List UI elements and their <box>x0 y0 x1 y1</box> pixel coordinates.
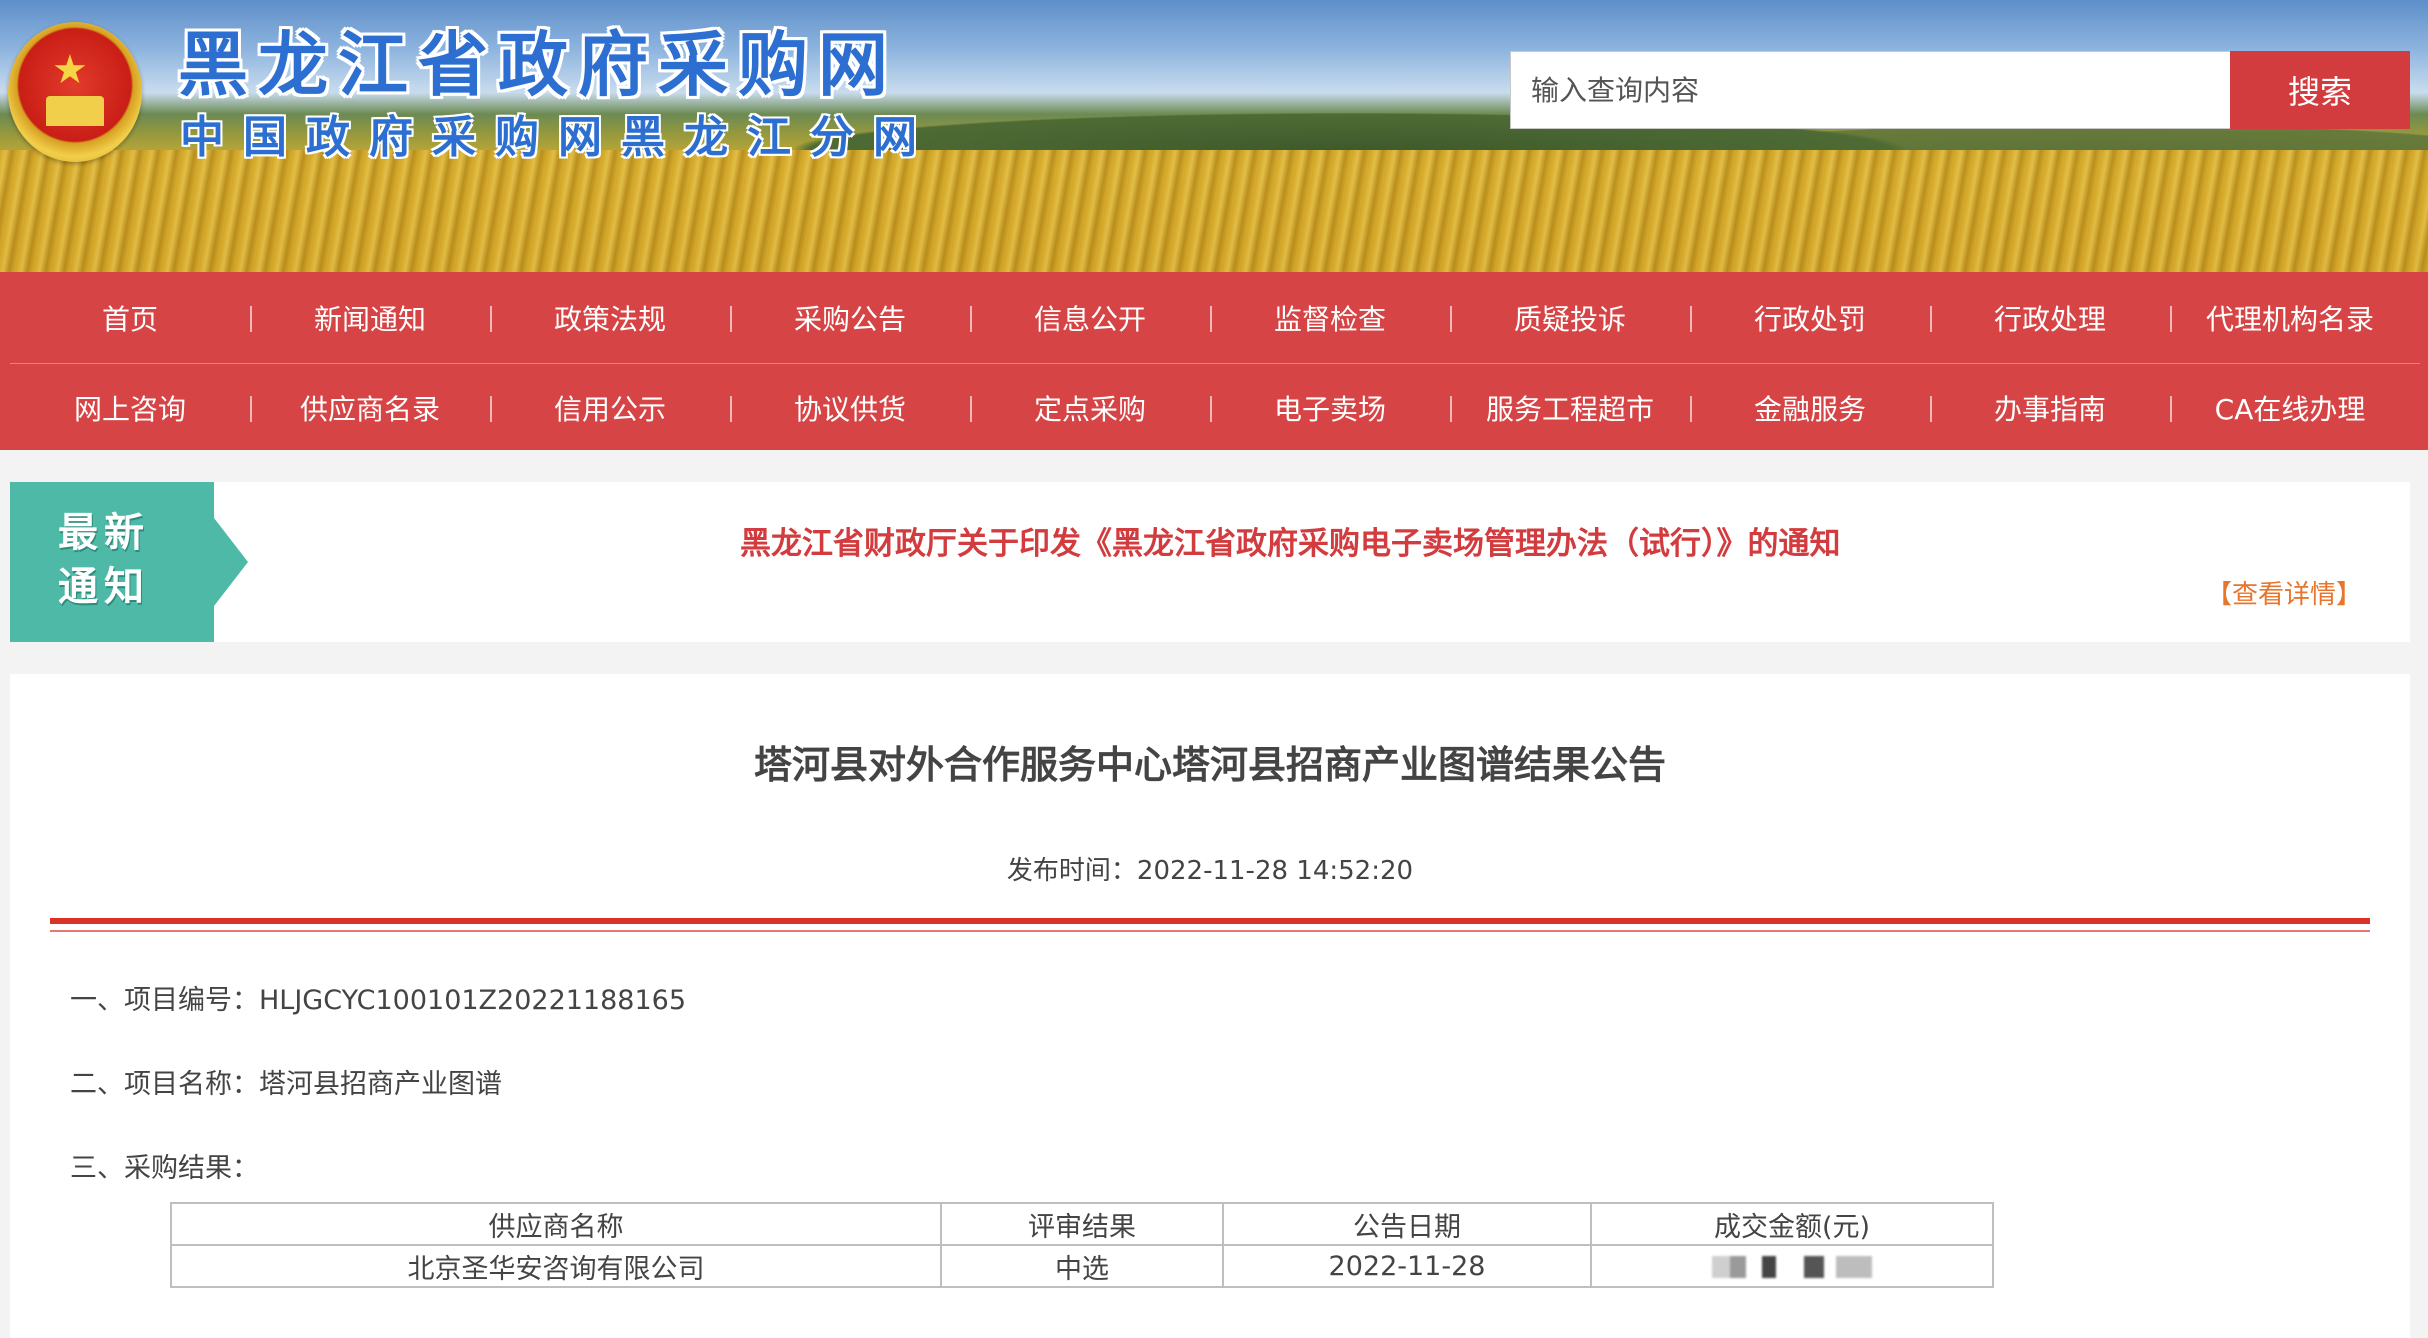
nav-item-penalty[interactable]: 行政处罚 <box>1690 276 1930 360</box>
nav-item-credit[interactable]: 信用公示 <box>490 366 730 450</box>
article-panel: 塔河县对外合作服务中心塔河县招商产业图谱结果公告 发布时间：2022-11-28… <box>10 674 2410 1338</box>
search-button[interactable]: 搜索 <box>2230 51 2410 129</box>
cell-review-result: 中选 <box>940 1244 1224 1288</box>
nav-item-news[interactable]: 新闻通知 <box>250 276 490 360</box>
nav-item-online-consult[interactable]: 网上咨询 <box>10 366 250 450</box>
search-input[interactable] <box>1511 52 2231 128</box>
publish-time: 发布时间：2022-11-28 14:52:20 <box>1006 856 1414 886</box>
site-subtitle: 中国政府采购网黑龙江分网 <box>180 112 936 163</box>
cell-supplier: 北京圣华安咨询有限公司 <box>170 1244 942 1288</box>
title-divider <box>50 918 2370 924</box>
nav-item-agreement-supply[interactable]: 协议供货 <box>730 366 970 450</box>
result-table: 供应商名称 评审结果 公告日期 成交金额(元) 北京圣华安咨询有限公司 中选 2… <box>170 1202 1994 1288</box>
view-details-link[interactable]: 【查看详情】 <box>2206 574 2362 611</box>
col-review-result: 评审结果 <box>940 1202 1224 1246</box>
nav-item-home[interactable]: 首页 <box>10 276 250 360</box>
nav-item-complaints[interactable]: 质疑投诉 <box>1450 276 1690 360</box>
title-divider-thin <box>50 930 2370 932</box>
badge-line-2: 通知 <box>58 564 150 610</box>
nav-item-guide[interactable]: 办事指南 <box>1930 366 2170 450</box>
table-header-row: 供应商名称 评审结果 公告日期 成交金额(元) <box>170 1202 1994 1246</box>
col-supplier: 供应商名称 <box>170 1202 942 1246</box>
latest-notice-bar: 最新 通知 黑龙江省财政厅关于印发《黑龙江省政府采购电子卖场管理办法（试行）》的… <box>10 482 2410 642</box>
badge-line-1: 最新 <box>58 510 150 556</box>
nav-item-supplier-list[interactable]: 供应商名录 <box>250 366 490 450</box>
nav-row-1: 首页 新闻通知 政策法规 采购公告 信息公开 监督检查 质疑投诉 行政处罚 行政… <box>10 276 2420 360</box>
main-nav: 首页 新闻通知 政策法规 采购公告 信息公开 监督检查 质疑投诉 行政处罚 行政… <box>0 272 2428 450</box>
site-title: 黑龙江省政府采购网 <box>178 23 898 106</box>
emblem-gate <box>46 96 104 126</box>
redacted-amount <box>1712 1256 1872 1278</box>
latest-notice-badge-text: 最新 通知 <box>58 506 150 614</box>
nav-item-agency-list[interactable]: 代理机构名录 <box>2170 276 2410 360</box>
project-name: 二、项目名称：塔河县招商产业图谱 <box>70 1069 502 1100</box>
result-heading: 三、采购结果： <box>70 1153 259 1184</box>
nav-item-procurement-notice[interactable]: 采购公告 <box>730 276 970 360</box>
header-banner-field <box>0 150 2428 272</box>
latest-notice-badge: 最新 通知 <box>10 482 248 642</box>
cell-amount <box>1590 1244 1994 1288</box>
national-emblem-icon: ★ <box>8 22 142 162</box>
nav-item-service-market[interactable]: 服务工程超市 <box>1450 366 1690 450</box>
nav-row-2: 网上咨询 供应商名录 信用公示 协议供货 定点采购 电子卖场 服务工程超市 金融… <box>10 366 2420 450</box>
latest-notice-link[interactable]: 黑龙江省财政厅关于印发《黑龙江省政府采购电子卖场管理办法（试行）》的通知 <box>740 518 1841 563</box>
nav-item-ca-online[interactable]: CA在线办理 <box>2170 366 2410 450</box>
col-amount: 成交金额(元) <box>1590 1202 1994 1246</box>
nav-item-e-mall[interactable]: 电子卖场 <box>1210 366 1450 450</box>
site-header: ★ 黑龙江省政府采购网 中国政府采购网黑龙江分网 搜索 <box>0 0 2428 272</box>
project-number: 一、项目编号：HLJGCYC100101Z20221188165 <box>70 985 687 1016</box>
col-announce-date: 公告日期 <box>1222 1202 1592 1246</box>
cell-announce-date: 2022-11-28 <box>1222 1244 1592 1288</box>
emblem-star: ★ <box>52 47 88 93</box>
nav-item-designated-purchase[interactable]: 定点采购 <box>970 366 1210 450</box>
article-title: 塔河县对外合作服务中心塔河县招商产业图谱结果公告 <box>753 743 1666 787</box>
search-box <box>1510 51 2232 129</box>
nav-item-supervision[interactable]: 监督检查 <box>1210 276 1450 360</box>
nav-divider <box>10 363 2420 364</box>
nav-item-finance[interactable]: 金融服务 <box>1690 366 1930 450</box>
nav-item-policy[interactable]: 政策法规 <box>490 276 730 360</box>
nav-item-handling[interactable]: 行政处理 <box>1930 276 2170 360</box>
table-row: 北京圣华安咨询有限公司 中选 2022-11-28 <box>170 1244 1994 1288</box>
nav-item-info-disclosure[interactable]: 信息公开 <box>970 276 1210 360</box>
